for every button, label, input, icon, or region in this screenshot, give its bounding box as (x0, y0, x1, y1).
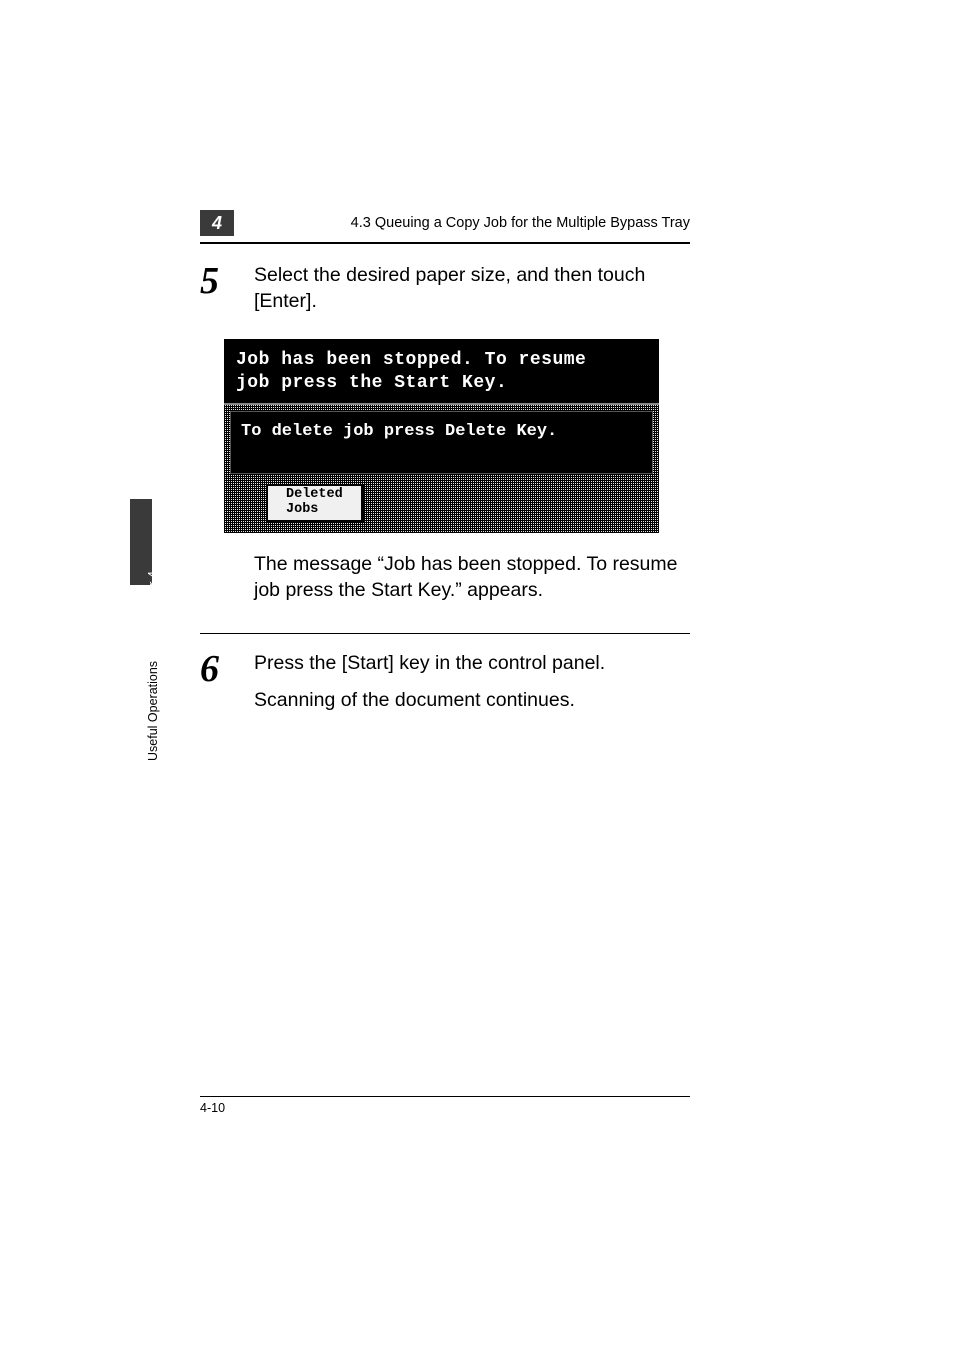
side-tab-chapter-label: Chapter 4 (146, 571, 160, 626)
screen-button-row: Deleted Jobs (230, 474, 653, 526)
step-text: Select the desired paper size, and then … (254, 260, 690, 315)
side-tab: Chapter 4 Useful Operations (130, 500, 152, 760)
chapter-badge: 4 (200, 210, 234, 236)
step-5: 5 Select the desired paper size, and the… (200, 260, 690, 315)
footer-rule (200, 1096, 690, 1097)
screen-button-line1: Deleted (286, 487, 343, 502)
step-number: 6 (200, 648, 254, 688)
header-section-title: 4.3 Queuing a Copy Job for the Multiple … (351, 215, 690, 231)
screen-button-line2: Jobs (286, 502, 318, 517)
screen-message: To delete job press Delete Key. (230, 411, 653, 474)
screen-body: To delete job press Delete Key. Deleted … (224, 403, 659, 532)
side-tab-section-label: Useful Operations (146, 661, 160, 761)
screen-header-line1: Job has been stopped. To resume (236, 349, 647, 372)
step-text: Press the [Start] key in the control pan… (254, 648, 605, 676)
page-footer: 4-10 (200, 1096, 690, 1115)
page-content: 4 4.3 Queuing a Copy Job for the Multipl… (200, 210, 690, 727)
device-screen-illustration: Job has been stopped. To resume job pres… (224, 339, 659, 533)
page-number: 4-10 (200, 1101, 690, 1115)
deleted-jobs-button[interactable]: Deleted Jobs (266, 484, 364, 522)
step-6: 6 Press the [Start] key in the control p… (200, 648, 690, 713)
screen-header: Job has been stopped. To resume job pres… (224, 339, 659, 404)
step-divider (200, 633, 690, 634)
screen-header-line2: job press the Start Key. (236, 372, 647, 395)
header-rule (200, 242, 690, 244)
step-number: 5 (200, 260, 254, 300)
step-6-subtext: Scanning of the document continues. (254, 687, 605, 713)
step-5-result: The message “Job has been stopped. To re… (254, 551, 690, 604)
page-header: 4 4.3 Queuing a Copy Job for the Multipl… (200, 210, 690, 236)
